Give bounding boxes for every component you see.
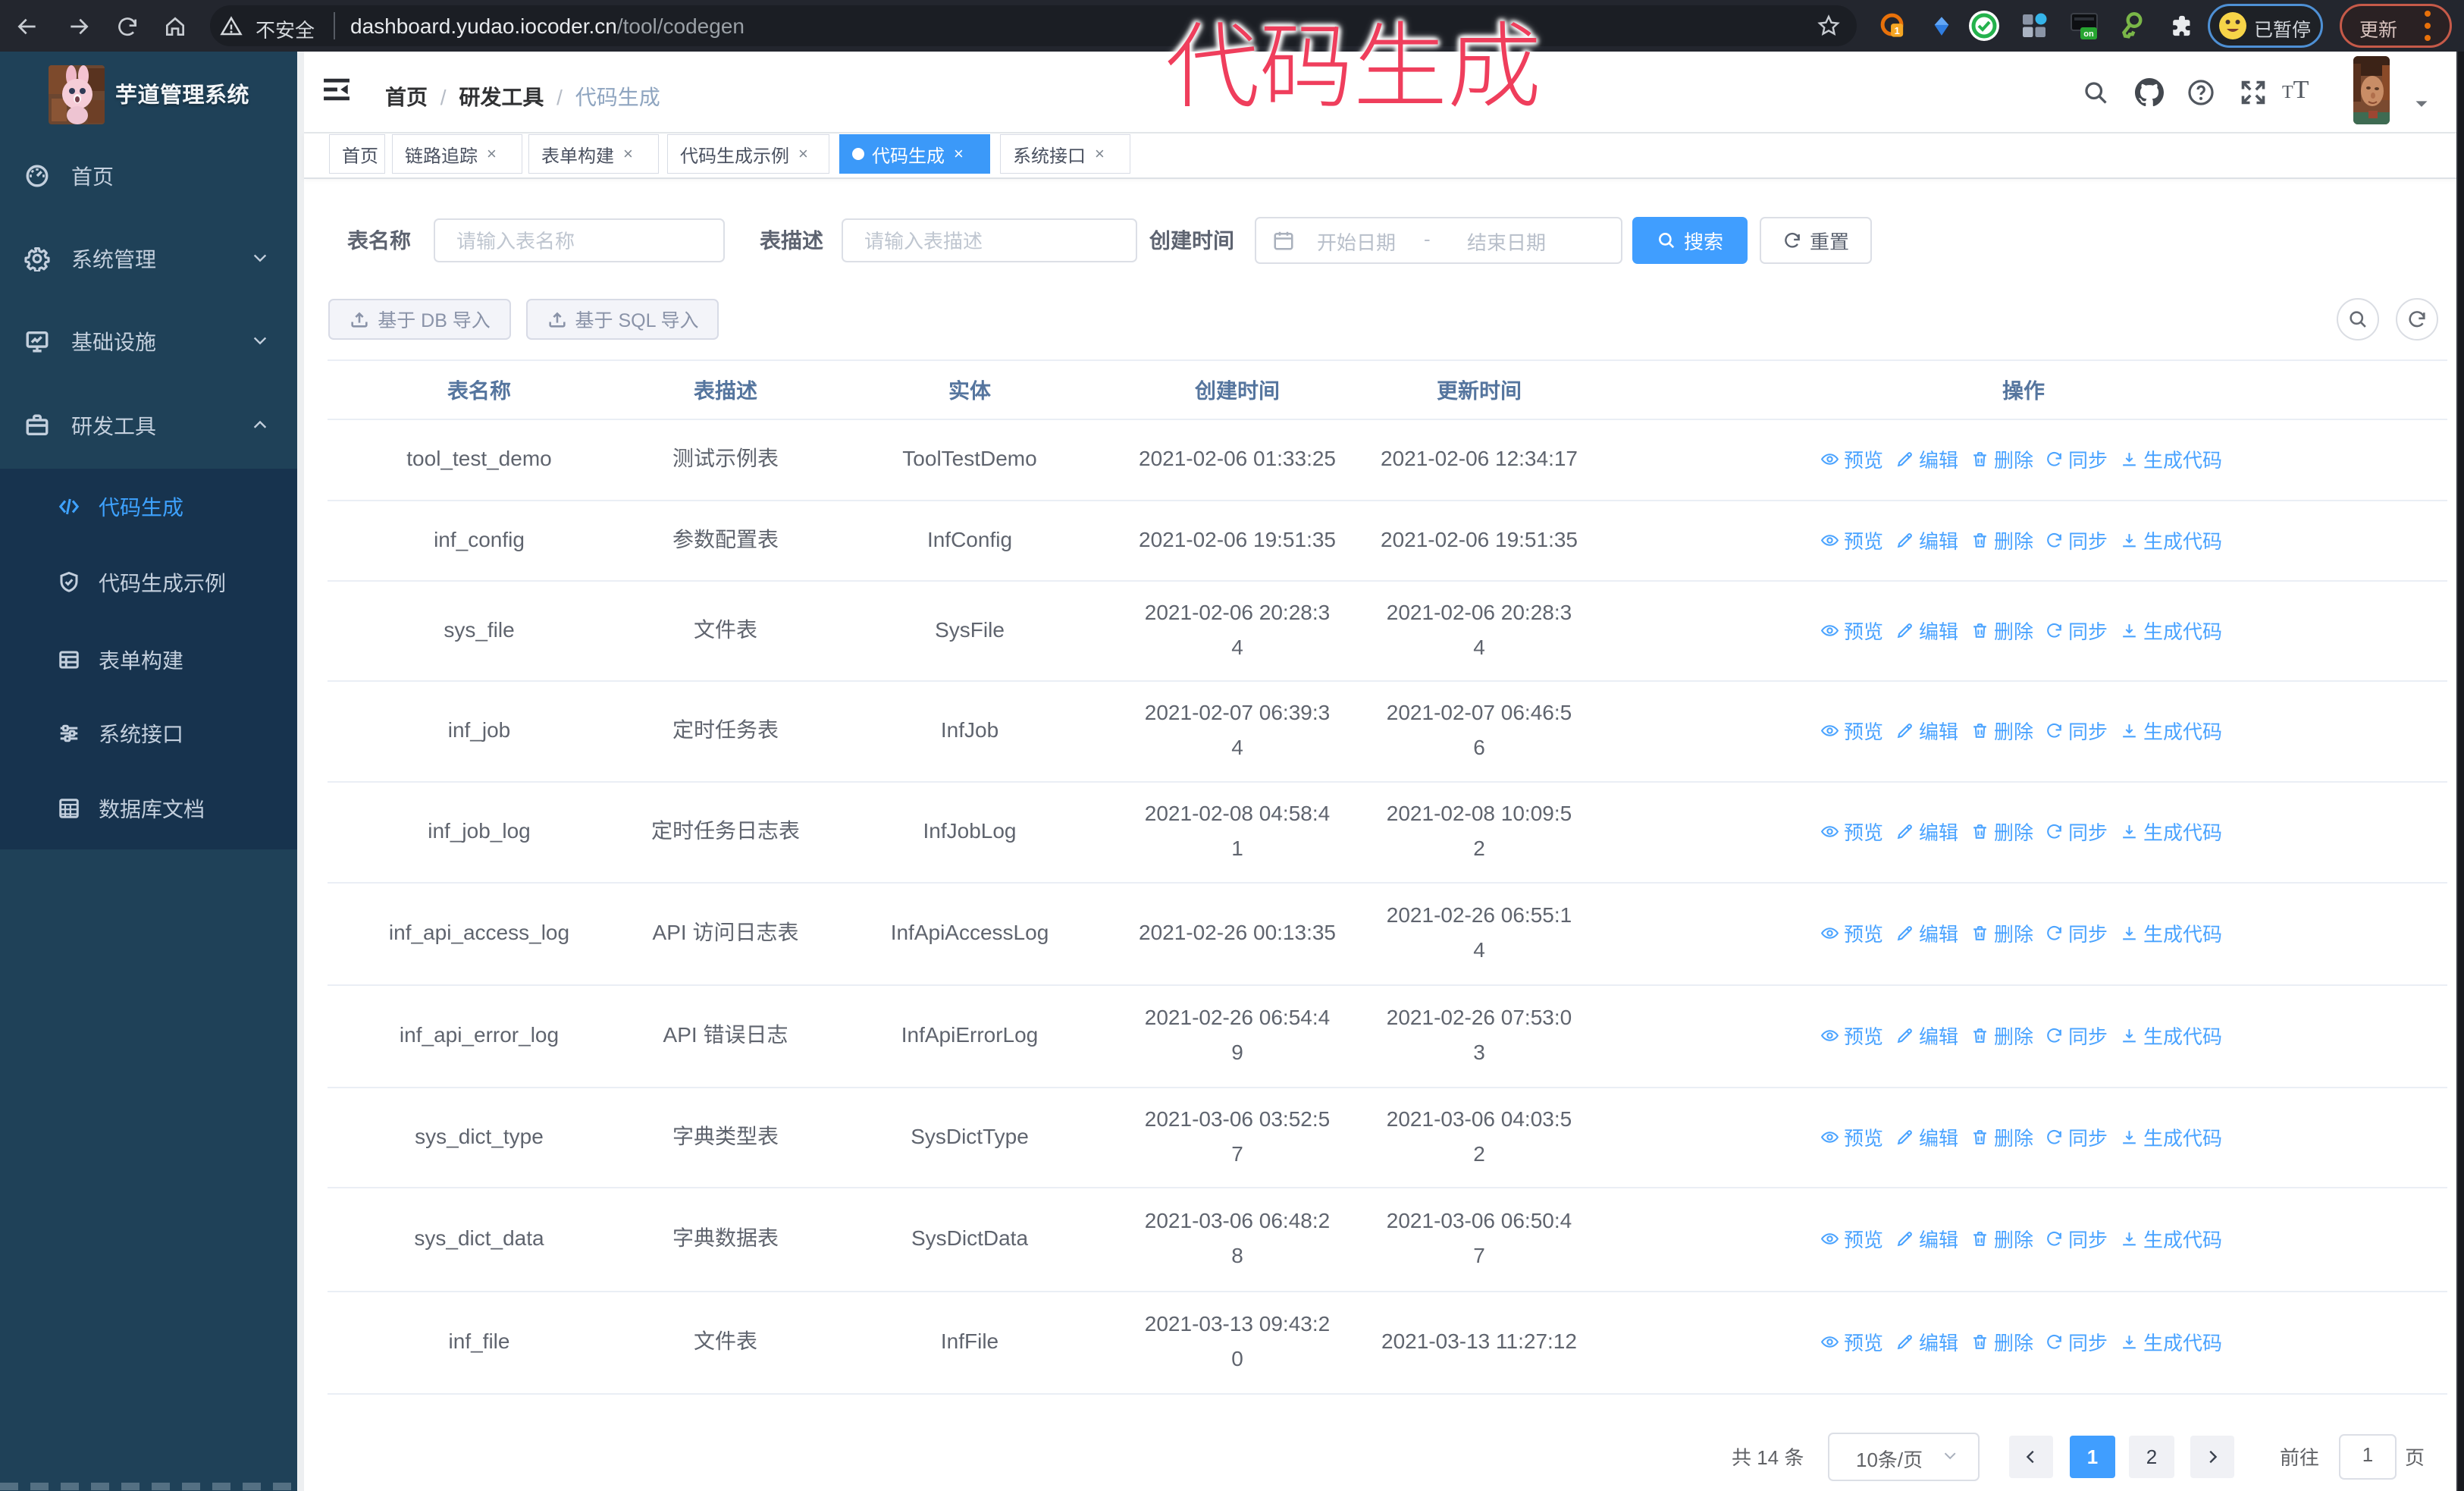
- svg-text:on: on: [2083, 30, 2094, 39]
- svg-text:1: 1: [1894, 25, 1899, 36]
